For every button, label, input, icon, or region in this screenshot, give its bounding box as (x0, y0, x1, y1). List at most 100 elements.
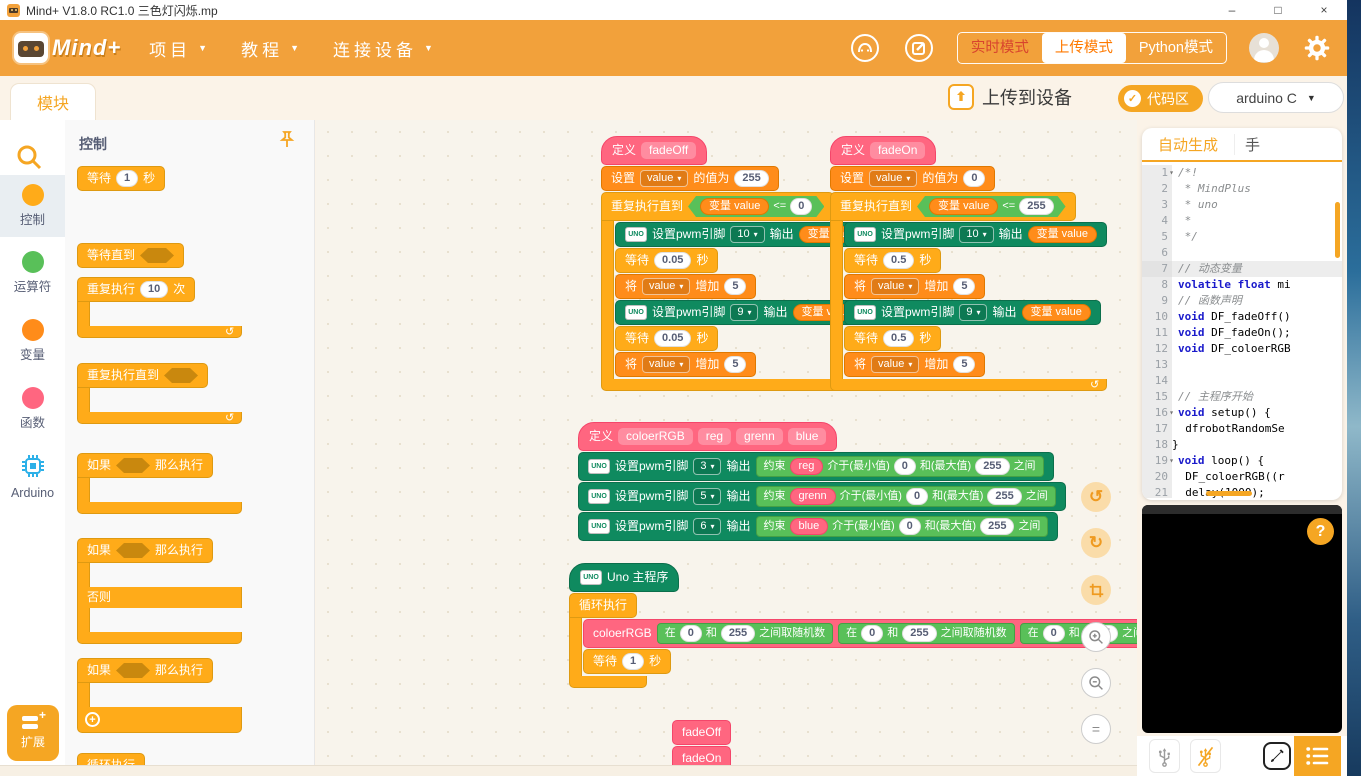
constrain-block[interactable]: 约束 grenn 介于(最小值) 0 和(最大值) 255 之间 (756, 486, 1056, 507)
wait-block[interactable]: 等待 0.05 秒 (615, 326, 718, 351)
boolean-slot[interactable] (116, 458, 150, 473)
search-icon[interactable] (14, 142, 48, 176)
set-pwm-block[interactable]: UNO 设置pwm引脚 6▾ 输出 约束 blue 介于(最小值) 0 和(最大… (578, 512, 1058, 541)
reset-zoom-button[interactable]: = (1081, 714, 1111, 744)
variable-reporter[interactable]: 变量 value (1022, 304, 1091, 321)
code-vertical-scrollbar[interactable] (1335, 202, 1340, 258)
repeat-until-header[interactable]: 重复执行直到 变量 value <= 255 (830, 192, 1076, 221)
maximize-button[interactable]: □ (1255, 3, 1301, 17)
pin-dropdown[interactable]: 6▾ (693, 518, 721, 535)
pin-dropdown[interactable]: 10▾ (730, 226, 764, 243)
number-input[interactable]: 1 (622, 653, 644, 670)
number-input[interactable]: 0 (861, 625, 883, 642)
number-input[interactable]: 255 (987, 488, 1021, 505)
constrain-block[interactable]: 约束 reg 介于(最小值) 0 和(最大值) 255 之间 (756, 456, 1044, 477)
workspace-canvas[interactable]: 定义 fadeOff 设置 value▾ 的值为 255 重复执行直到 变量 v… (316, 120, 1137, 776)
pin-icon[interactable] (278, 130, 296, 155)
number-input[interactable]: 5 (953, 356, 975, 373)
wait-block[interactable]: 等待 0.05 秒 (615, 248, 718, 273)
palette-block-repeat-times[interactable]: 重复执行 10 次 ↻ (77, 277, 242, 339)
if-header[interactable]: 如果 那么执行 (77, 538, 213, 563)
usb-disconnected-button[interactable] (1190, 739, 1221, 773)
wait-block[interactable]: 等待 0.5 秒 (844, 248, 941, 273)
variable-dropdown[interactable]: value▾ (642, 356, 690, 373)
if-header[interactable]: 如果 那么执行 (77, 658, 213, 683)
comparison-block[interactable]: 变量 value <= 0 (688, 196, 824, 217)
wait-block[interactable]: 等待 0.5 秒 (844, 326, 941, 351)
set-variable-block[interactable]: 设置 value▾ 的值为 255 (601, 166, 779, 191)
forever-header[interactable]: 循环执行 (77, 753, 145, 765)
tab-auto-generate[interactable]: 自动生成 (1142, 134, 1234, 155)
close-button[interactable]: × (1301, 3, 1347, 17)
variable-dropdown[interactable]: value▾ (871, 278, 919, 295)
code-horizontal-scrollbar[interactable] (1206, 491, 1252, 496)
define-fadeoff-hat[interactable]: 定义 fadeOff (601, 136, 707, 165)
repeat-until-header[interactable]: 重复执行直到 (77, 363, 208, 388)
number-input[interactable]: 0.05 (654, 330, 691, 347)
palette-block-wait[interactable]: 等待 1 秒 (77, 166, 165, 191)
number-input[interactable]: 0.05 (654, 252, 691, 269)
set-pwm-block[interactable]: UNO 设置pwm引脚 10▾ 输出 变量 value (844, 222, 1107, 247)
number-input[interactable]: 0 (906, 488, 928, 505)
set-pwm-block[interactable]: UNO 设置pwm引脚 9▾ 输出 变量 value (844, 300, 1101, 325)
sidebar-item-control[interactable]: 控制 (0, 175, 65, 237)
repeat-times-header[interactable]: 重复执行 10 次 (77, 277, 195, 302)
repeat-until-header[interactable]: 重复执行直到 变量 value <= 0 (601, 192, 834, 221)
number-input[interactable]: 5 (724, 356, 746, 373)
number-input[interactable]: 10 (140, 281, 168, 298)
variable-reporter[interactable]: 变量 value (929, 198, 998, 215)
horizontal-scrollbar[interactable] (0, 765, 1137, 776)
screenshot-crop-button[interactable] (1081, 575, 1111, 605)
random-number-block[interactable]: 在 0 和 255 之间取随机数 (838, 623, 1014, 644)
constrain-block[interactable]: 约束 blue 介于(最小值) 0 和(最大值) 255 之间 (756, 516, 1049, 537)
undo-button[interactable]: ↺ (1081, 482, 1111, 512)
number-input[interactable]: 255 (721, 625, 755, 642)
plus-icon[interactable]: + (85, 712, 100, 727)
upload-to-device-button[interactable]: 上传到设备 (948, 84, 1072, 110)
set-pwm-block[interactable]: UNO 设置pwm引脚 5▾ 输出 约束 grenn 介于(最小值) 0 和(最… (578, 482, 1066, 511)
change-variable-block[interactable]: 将 value▾ 增加 5 (615, 274, 756, 299)
mode-upload[interactable]: 上传模式 (1042, 33, 1126, 63)
boolean-slot[interactable] (116, 663, 150, 678)
number-input[interactable]: 0 (963, 170, 985, 187)
number-input[interactable]: 255 (1019, 198, 1053, 215)
user-avatar[interactable] (1249, 33, 1279, 63)
menu-project[interactable]: 项目 ▼ (149, 36, 207, 61)
sidebar-item-arduino[interactable]: Arduino (0, 446, 65, 508)
variable-dropdown[interactable]: value▾ (642, 278, 690, 295)
gear-icon[interactable] (1301, 32, 1333, 64)
call-fadeoff-block[interactable]: fadeOff (672, 720, 731, 745)
number-input[interactable]: 1 (116, 170, 138, 187)
number-input[interactable]: 255 (980, 518, 1014, 535)
community-icon[interactable] (849, 32, 881, 64)
code-area-toggle[interactable]: ✓ 代码区 (1118, 85, 1203, 112)
if-header[interactable]: 如果 那么执行 (77, 453, 213, 478)
param-reporter[interactable]: blue (790, 518, 829, 535)
usb-connected-button[interactable] (1149, 739, 1180, 773)
pin-dropdown[interactable]: 9▾ (959, 304, 987, 321)
number-input[interactable]: 0 (894, 458, 916, 475)
comparison-block[interactable]: 变量 value <= 255 (917, 196, 1066, 217)
boolean-slot[interactable] (164, 368, 198, 383)
param-reporter[interactable]: grenn (790, 488, 836, 505)
device-list-button[interactable] (1294, 736, 1341, 776)
number-input[interactable]: 0 (899, 518, 921, 535)
number-input[interactable]: 5 (953, 278, 975, 295)
number-input[interactable]: 0 (680, 625, 702, 642)
number-input[interactable]: 5 (724, 278, 746, 295)
change-variable-block[interactable]: 将 value▾ 增加 5 (844, 274, 985, 299)
pin-dropdown[interactable]: 3▾ (693, 458, 721, 475)
sidebar-item-functions[interactable]: 函数 (0, 378, 65, 440)
wait-block[interactable]: 等待 1 秒 (583, 649, 671, 674)
zoom-out-button[interactable] (1081, 668, 1111, 698)
sidebar-item-operators[interactable]: 运算符 (0, 242, 65, 304)
number-input[interactable]: 0.5 (883, 330, 914, 347)
tab-manual-edit[interactable]: 手 (1234, 134, 1274, 155)
mode-realtime[interactable]: 实时模式 (958, 33, 1042, 63)
param-reporter[interactable]: reg (790, 458, 824, 475)
zoom-in-button[interactable] (1081, 622, 1111, 652)
repeat-until-block[interactable]: 重复执行直到 变量 value <= 255 UNO 设置pwm引脚 10▾ 输… (830, 192, 1107, 392)
palette-block-if-then[interactable]: 如果 那么执行 (77, 453, 242, 515)
variable-reporter[interactable]: 变量 value (700, 198, 769, 215)
forever-block[interactable]: 循环执行 coloerRGB 在 0 和 255 之间取随机数 在 (569, 593, 1137, 689)
